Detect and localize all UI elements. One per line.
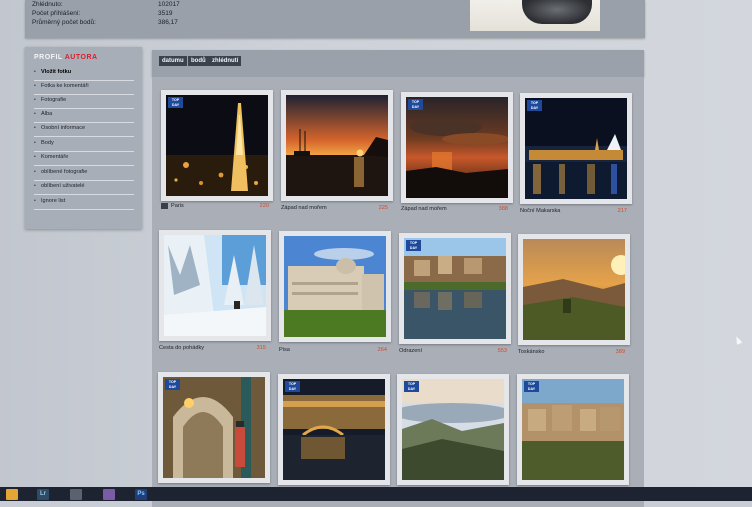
photo-caption[interactable]: Pisa <box>279 347 290 353</box>
photo-tile-reflections[interactable]: TOP DAY <box>399 233 511 344</box>
top-day-badge: TOP DAY <box>406 240 421 251</box>
top-day-badge: TOP DAY <box>527 100 542 111</box>
photo-score: 389 <box>615 349 625 355</box>
lightroom-icon[interactable]: Lr <box>37 489 49 500</box>
photo-thumbnail[interactable] <box>286 95 388 196</box>
sort-by-date-button[interactable]: datumu <box>159 56 187 66</box>
photo-score: 315 <box>256 345 266 351</box>
photo-tile-row3-4[interactable]: TOP DAY <box>517 374 629 485</box>
photo-thumbnail[interactable]: TOP DAY <box>406 97 508 198</box>
sort-by-views-button[interactable]: zhlédnutí <box>209 56 242 66</box>
stat-label: Průměrný počet bodů: <box>32 19 96 26</box>
profile-photo <box>470 0 600 31</box>
sidebar-item-comments[interactable]: • Komentáře <box>34 151 134 166</box>
photoshop-icon[interactable]: Ps <box>135 489 147 500</box>
stat-row-average-points: Průměrný počet bodů: 386,17 <box>32 19 178 26</box>
photo-caption[interactable]: Paris <box>171 203 184 209</box>
photo-tile-fairytale-road[interactable] <box>159 230 271 341</box>
top-day-badge: TOP DAY <box>285 381 300 392</box>
stat-value: 3519 <box>158 10 173 17</box>
photo-tile-pisa[interactable] <box>279 231 391 342</box>
screen: Zhlédnuto: 102017 Počet přihlášení: 3519… <box>0 0 752 507</box>
photo-thumbnail[interactable]: TOP DAY <box>163 377 265 478</box>
stat-label: Zhlédnuto: <box>32 1 63 8</box>
photo-score: 217 <box>617 208 627 214</box>
sort-by-points-button[interactable]: bodů <box>188 56 209 66</box>
sidebar-item-photo-to-comment[interactable]: • Fotka ke komentáři <box>34 80 134 95</box>
sidebar-item-personal-info[interactable]: • Osobní informace <box>34 122 134 137</box>
photo-caption[interactable]: Západ nad mořem <box>401 206 447 212</box>
photo-tile-row3-1[interactable]: TOP DAY <box>158 372 270 483</box>
photo-tile-sunset-sea[interactable] <box>281 90 393 201</box>
top-day-badge: TOP DAY <box>524 381 539 392</box>
photo-thumbnail[interactable] <box>164 235 266 336</box>
mouse-cursor-icon <box>733 335 743 345</box>
photo-caption[interactable]: Cesta do pohádky <box>159 345 204 351</box>
photo-tile-tuscany[interactable] <box>518 234 630 345</box>
photo-thumbnail[interactable]: TOP DAY <box>283 379 385 480</box>
photo-caption[interactable]: Západ nad mořem <box>281 205 327 211</box>
photo-score: 388 <box>498 206 508 212</box>
photo-score: 220 <box>259 203 269 209</box>
sidebar-item-photos[interactable]: • Fotografie <box>34 94 134 109</box>
photo-thumbnail[interactable]: TOP DAY <box>402 379 504 480</box>
stat-value: 102017 <box>158 1 180 8</box>
photo-score: 225 <box>378 205 388 211</box>
calculator-icon[interactable] <box>70 489 82 500</box>
sort-bar: datumu bodů zhlédnutí <box>152 50 644 77</box>
photo-caption[interactable]: Odrazení <box>399 348 422 354</box>
stat-value: 386,17 <box>158 19 178 26</box>
top-day-badge: TOP DAY <box>165 379 180 390</box>
photo-thumbnail[interactable] <box>523 239 625 340</box>
photo-score: 264 <box>377 347 387 353</box>
photo-thumbnail[interactable]: TOP DAY <box>525 98 627 199</box>
photo-score: 553 <box>497 348 507 354</box>
top-day-badge: TOP DAY <box>408 99 423 110</box>
photo-gallery: TOP DAY Paris 220 Západ nad mořem 225 TO… <box>152 77 644 507</box>
taskbar: Lr Ps <box>0 487 752 501</box>
photo-tile-makarska-night[interactable]: TOP DAY <box>520 93 632 204</box>
sidebar-item-points[interactable]: • Body <box>34 137 134 152</box>
sidebar-title: PROFIL AUTORA <box>34 54 98 61</box>
sidebar-item-albums[interactable]: • Alba <box>34 108 134 123</box>
photo-thumbnail[interactable]: TOP DAY <box>404 238 506 339</box>
photos-icon[interactable] <box>103 489 115 500</box>
photo-thumbnail[interactable] <box>284 236 386 337</box>
sidebar-item-favorite-users[interactable]: • oblíbení uživatelé <box>34 180 134 195</box>
sidebar-item-ignore-list[interactable]: • Ignore list <box>34 195 134 210</box>
photo-caption[interactable]: Toskánsko <box>518 349 544 355</box>
photo-thumbnail[interactable]: TOP DAY <box>522 379 624 480</box>
country-flag-icon <box>161 203 168 209</box>
stat-row-views: Zhlédnuto: 102017 <box>32 1 180 8</box>
photo-tile-sunset-sea-2[interactable]: TOP DAY <box>401 92 513 203</box>
photo-thumbnail[interactable]: TOP DAY <box>166 95 268 196</box>
top-day-badge: TOP DAY <box>168 97 183 108</box>
photo-caption[interactable]: Noční Makarska <box>520 208 560 214</box>
stat-label: Počet přihlášení: <box>32 10 81 17</box>
top-day-badge: TOP DAY <box>404 381 419 392</box>
photo-tile-row3-2[interactable]: TOP DAY <box>278 374 390 485</box>
sidebar-item-favorite-photos[interactable]: • oblíbené fotografie <box>34 166 134 181</box>
profile-sidebar: PROFIL AUTORA • Vložit fotku • Fotka ke ko… <box>25 47 142 229</box>
photo-tile-paris[interactable]: TOP DAY <box>161 90 273 201</box>
explorer-icon[interactable] <box>6 489 18 500</box>
stat-row-logins: Počet přihlášení: 3519 <box>32 10 172 17</box>
sidebar-item-upload-photo[interactable]: • Vložit fotku <box>34 66 134 81</box>
photo-tile-row3-3[interactable]: TOP DAY <box>397 374 509 485</box>
profile-stats-panel: Zhlédnuto: 102017 Počet přihlášení: 3519… <box>25 0 645 38</box>
